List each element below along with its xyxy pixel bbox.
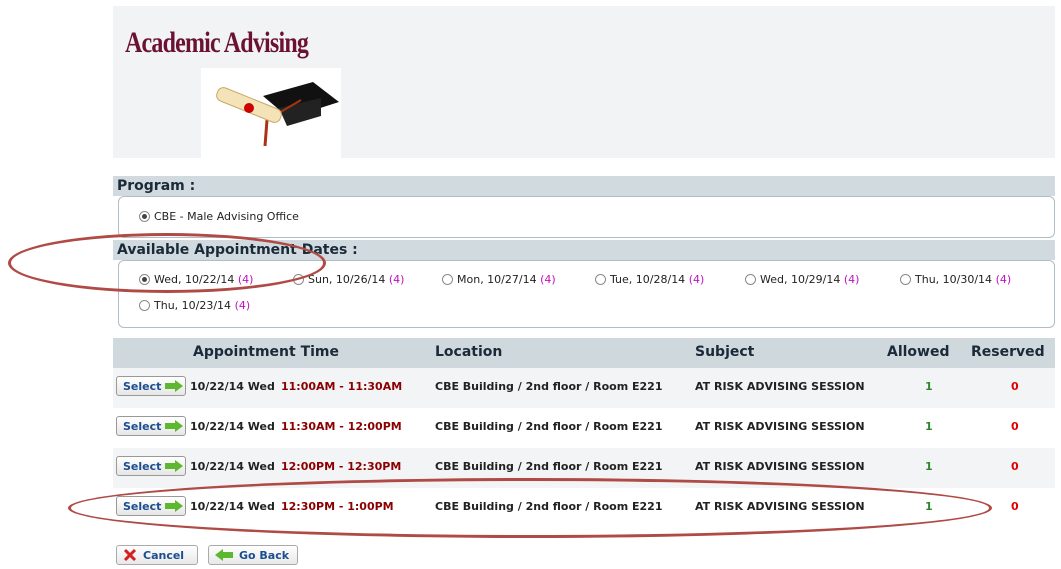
radio-icon[interactable] bbox=[595, 274, 606, 285]
radio-icon[interactable] bbox=[442, 274, 453, 285]
arrow-right-icon bbox=[165, 460, 184, 472]
row-date: 10/22/14 Wed bbox=[190, 500, 275, 513]
col-location: Location bbox=[435, 344, 503, 360]
go-back-button[interactable]: Go Back bbox=[208, 545, 298, 565]
row-subject: AT RISK ADVISING SESSION bbox=[695, 380, 865, 393]
row-time: 11:00AM - 11:30AM bbox=[281, 380, 403, 393]
dates-box: Wed, 10/22/14 (4) Sun, 10/26/14 (4) Mon,… bbox=[118, 260, 1055, 328]
col-subject: Subject bbox=[695, 344, 755, 360]
date-option-tue-1028[interactable]: Tue, 10/28/14 (4) bbox=[595, 273, 704, 286]
close-icon bbox=[123, 548, 137, 562]
row-reserved: 0 bbox=[1011, 460, 1019, 473]
date-option-wed-1022[interactable]: Wed, 10/22/14 (4) bbox=[139, 273, 253, 286]
radio-icon[interactable] bbox=[139, 211, 150, 222]
program-option[interactable]: CBE - Male Advising Office bbox=[139, 210, 299, 223]
graduation-cap-logo bbox=[201, 68, 341, 158]
row-subject: AT RISK ADVISING SESSION bbox=[695, 420, 865, 433]
arrow-right-icon bbox=[165, 380, 184, 392]
date-option-mon-1027[interactable]: Mon, 10/27/14 (4) bbox=[442, 273, 556, 286]
row-subject: AT RISK ADVISING SESSION bbox=[695, 460, 865, 473]
row-location: CBE Building / 2nd floor / Room E221 bbox=[435, 380, 663, 393]
radio-icon[interactable] bbox=[293, 274, 304, 285]
cancel-button[interactable]: Cancel bbox=[116, 545, 198, 565]
row-time: 12:30PM - 1:00PM bbox=[281, 500, 394, 513]
page-header: Academic Advising bbox=[113, 6, 1055, 158]
arrow-left-icon bbox=[215, 549, 233, 561]
row-date: 10/22/14 Wed bbox=[190, 420, 275, 433]
col-appointment-time: Appointment Time bbox=[193, 344, 340, 360]
advising-page: Academic Advising Program : CBE - Male A… bbox=[113, 0, 1055, 569]
row-location: CBE Building / 2nd floor / Room E221 bbox=[435, 500, 663, 513]
radio-icon[interactable] bbox=[745, 274, 756, 285]
row-time: 12:00PM - 12:30PM bbox=[281, 460, 402, 473]
row-allowed: 1 bbox=[925, 460, 933, 473]
row-location: CBE Building / 2nd floor / Room E221 bbox=[435, 460, 663, 473]
table-row: Select 10/22/14 Wed 12:30PM - 1:00PM CBE… bbox=[113, 488, 1055, 528]
select-button[interactable]: Select bbox=[116, 416, 186, 436]
col-reserved: Reserved bbox=[971, 344, 1045, 360]
select-button[interactable]: Select bbox=[116, 376, 186, 396]
row-date: 10/22/14 Wed bbox=[190, 460, 275, 473]
dates-heading: Available Appointment Dates : bbox=[113, 240, 1055, 260]
row-allowed: 1 bbox=[925, 420, 933, 433]
arrow-right-icon bbox=[165, 500, 184, 512]
date-option-sun-1026[interactable]: Sun, 10/26/14 (4) bbox=[293, 273, 404, 286]
arrow-right-icon bbox=[165, 420, 184, 432]
row-allowed: 1 bbox=[925, 380, 933, 393]
radio-icon[interactable] bbox=[139, 300, 150, 311]
row-date: 10/22/14 Wed bbox=[190, 380, 275, 393]
row-allowed: 1 bbox=[925, 500, 933, 513]
row-subject: AT RISK ADVISING SESSION bbox=[695, 500, 865, 513]
date-option-thu-1023[interactable]: Thu, 10/23/14 (4) bbox=[139, 299, 250, 312]
radio-icon[interactable] bbox=[900, 274, 911, 285]
select-button[interactable]: Select bbox=[116, 456, 186, 476]
program-box: CBE - Male Advising Office bbox=[118, 196, 1055, 238]
row-reserved: 0 bbox=[1011, 420, 1019, 433]
radio-icon[interactable] bbox=[139, 274, 150, 285]
select-button[interactable]: Select bbox=[116, 496, 186, 516]
date-option-wed-1029[interactable]: Wed, 10/29/14 (4) bbox=[745, 273, 859, 286]
program-heading: Program : bbox=[113, 176, 1055, 196]
row-time: 11:30AM - 12:00PM bbox=[281, 420, 402, 433]
table-row: Select 10/22/14 Wed 11:30AM - 12:00PM CB… bbox=[113, 408, 1055, 448]
table-row: Select 10/22/14 Wed 11:00AM - 11:30AM CB… bbox=[113, 368, 1055, 408]
date-option-thu-1030[interactable]: Thu, 10/30/14 (4) bbox=[900, 273, 1011, 286]
col-allowed: Allowed bbox=[887, 344, 950, 360]
row-location: CBE Building / 2nd floor / Room E221 bbox=[435, 420, 663, 433]
table-row: Select 10/22/14 Wed 12:00PM - 12:30PM CB… bbox=[113, 448, 1055, 488]
table-header: Appointment Time Location Subject Allowe… bbox=[113, 338, 1055, 368]
row-reserved: 0 bbox=[1011, 380, 1019, 393]
page-title: Academic Advising bbox=[125, 26, 309, 59]
row-reserved: 0 bbox=[1011, 500, 1019, 513]
